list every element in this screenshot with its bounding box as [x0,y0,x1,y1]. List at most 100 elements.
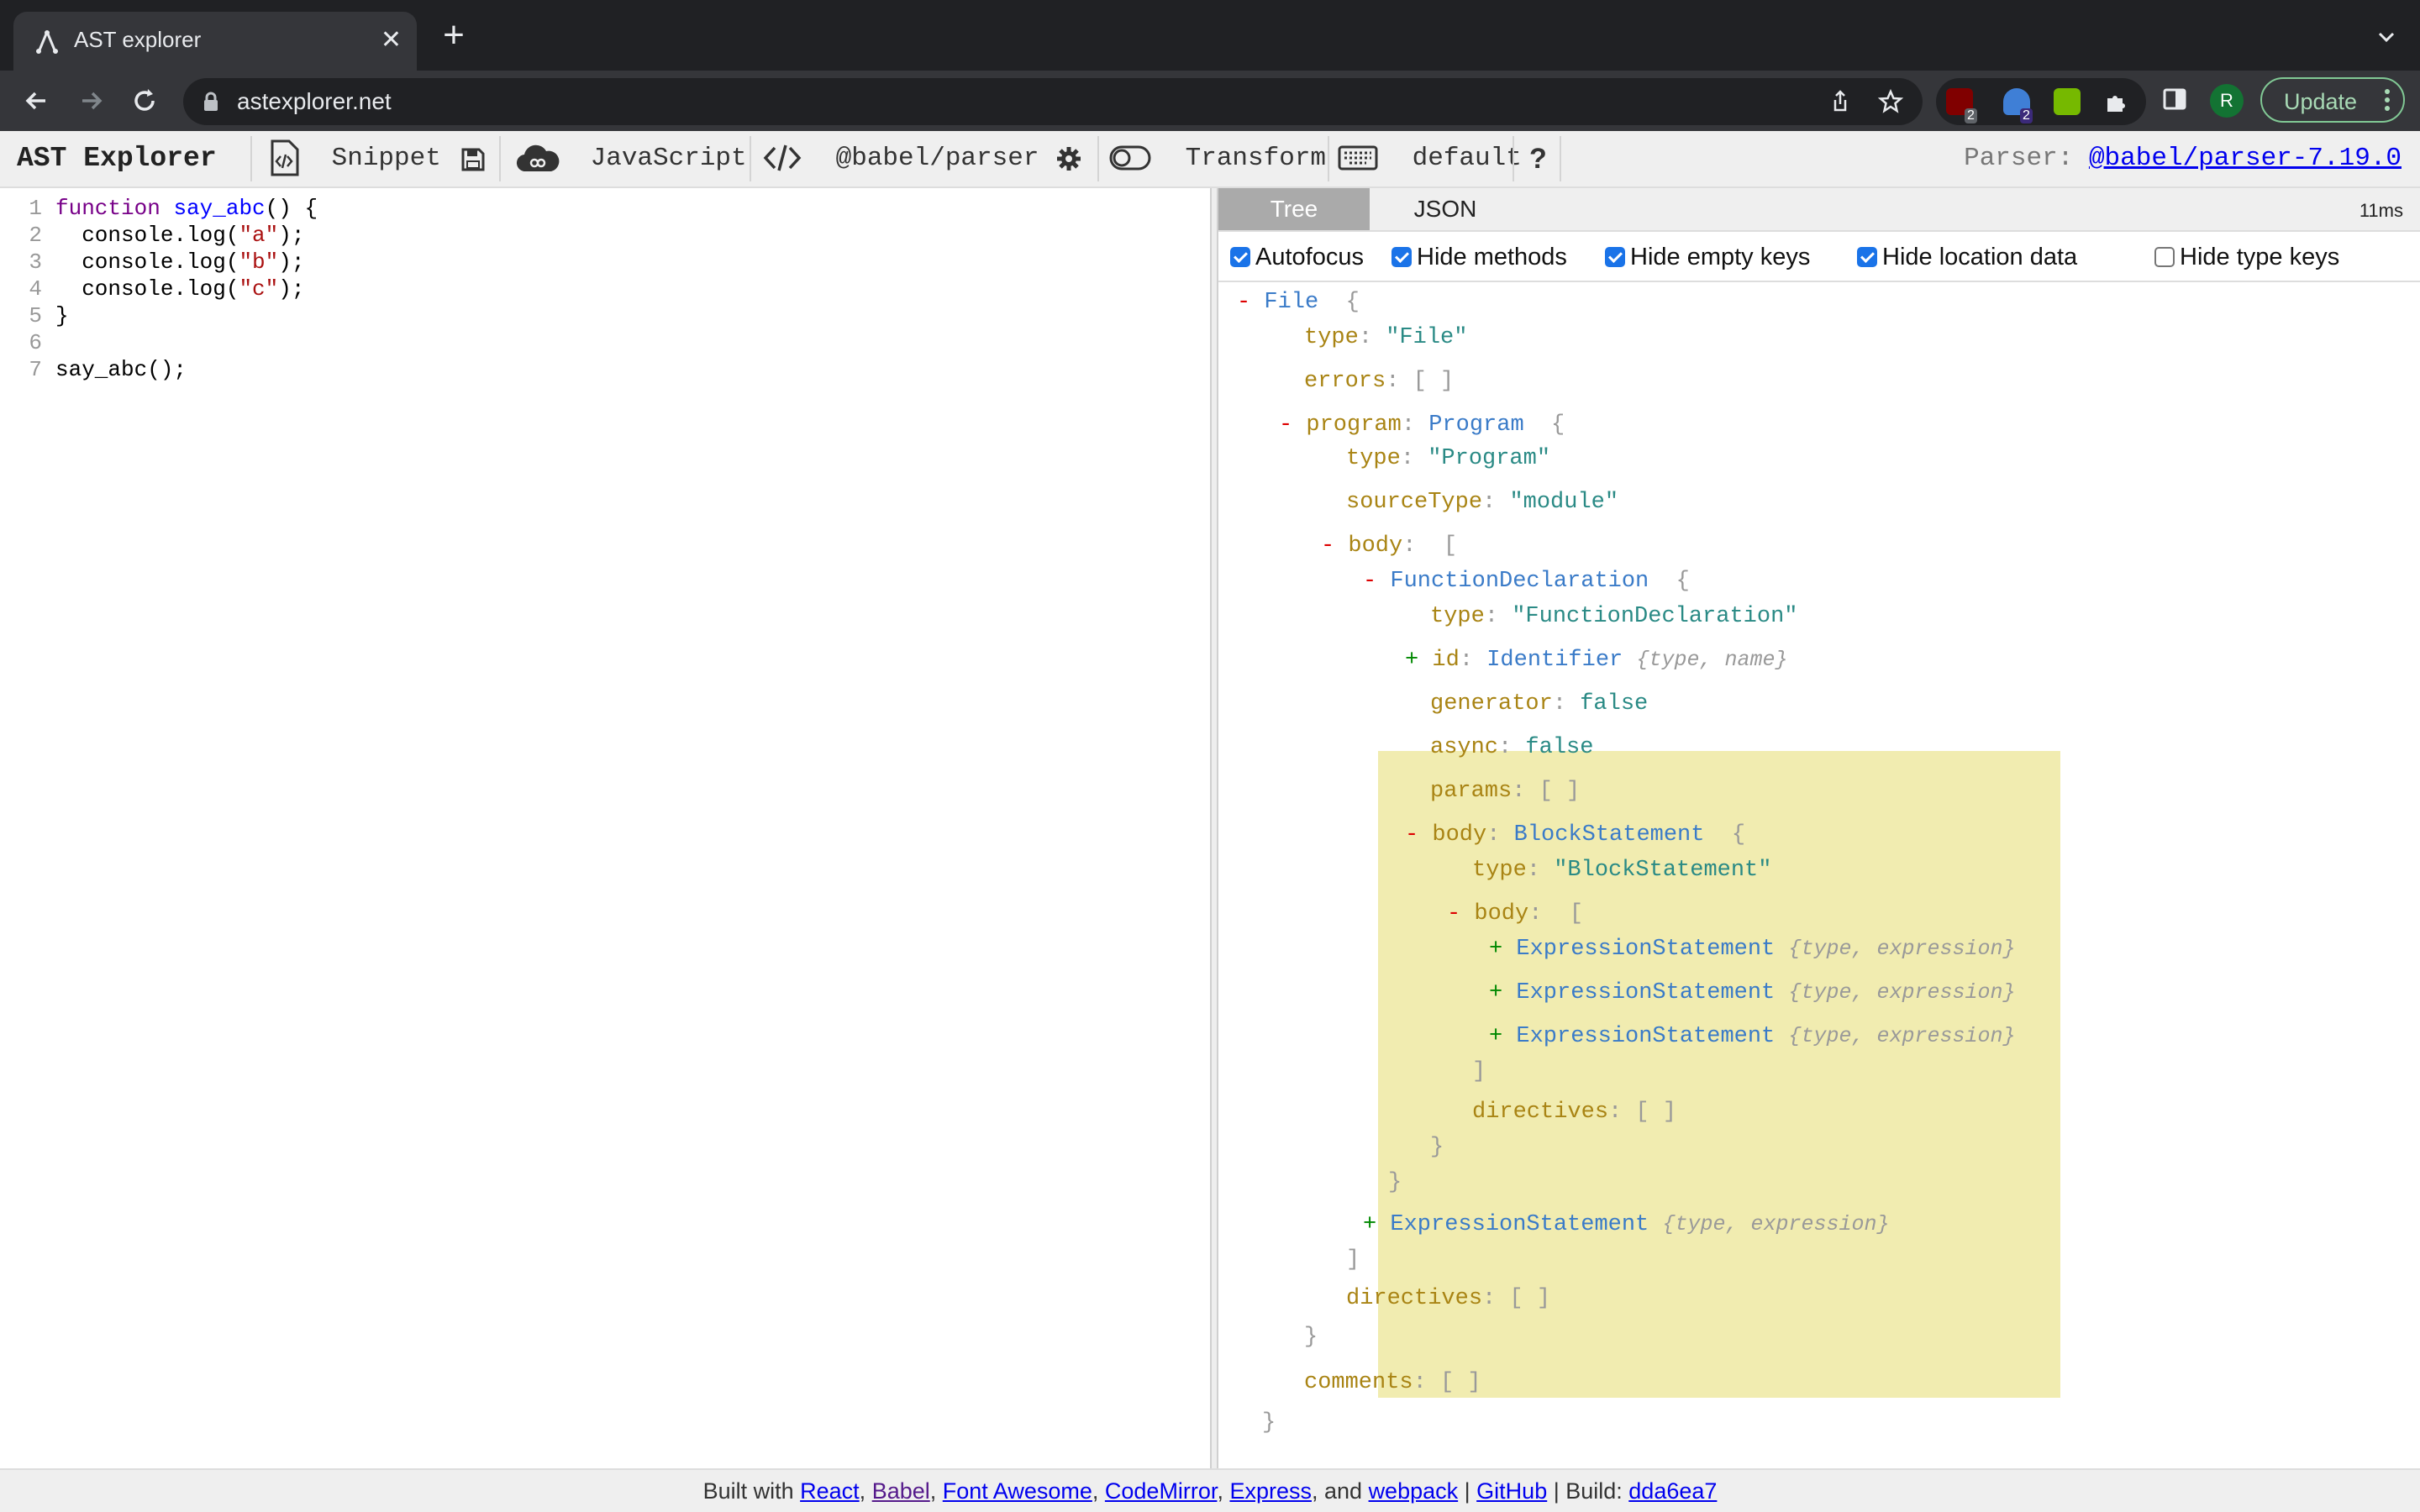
panel-resize-handle[interactable] [1210,188,1218,1468]
option-hide-methods[interactable]: Hide methods [1392,242,1567,272]
footer-link-fontawesome[interactable]: Font Awesome [943,1478,1092,1504]
checkbox[interactable] [1605,247,1625,267]
option-hide-empty-keys[interactable]: Hide empty keys [1605,242,1810,272]
tree-node[interactable]: async: false [1430,731,1593,764]
bookmark-star-icon[interactable] [1877,88,1904,115]
tree-node[interactable]: - FunctionDeclaration { [1363,564,1690,598]
nvidia-icon[interactable] [2054,88,2081,115]
footer-link-build[interactable]: dda6ea7 [1628,1478,1717,1504]
collapse-toggle-icon[interactable]: - [1237,290,1264,315]
tree-key: sourceType [1346,490,1483,515]
tree-typ: ExpressionStatement [1516,1024,1776,1049]
tree-node[interactable]: - body: [ [1447,897,1583,931]
tree-node[interactable]: sourceType: "module" [1346,486,1618,519]
expand-toggle-icon[interactable]: + [1489,937,1516,962]
tree-node[interactable]: type: "FunctionDeclaration" [1430,600,1797,633]
collapse-toggle-icon[interactable]: - [1363,569,1390,594]
tree-node[interactable]: type: "File" [1304,321,1467,354]
forward-arrow-icon[interactable] [74,84,108,118]
checkbox[interactable] [1392,247,1412,267]
expand-toggle-icon[interactable]: + [1363,1212,1390,1237]
footer-link-webpack[interactable]: webpack [1369,1478,1459,1504]
expand-toggle-icon[interactable]: + [1489,980,1516,1005]
tree-node[interactable]: generator: false [1430,687,1648,721]
tab-search-chevron-icon[interactable] [2370,20,2403,54]
tree-summary: {type, name} [1636,648,1788,672]
footer-and: , and [1312,1478,1369,1504]
tree-node[interactable]: } [1430,1131,1444,1164]
tree-node[interactable]: type: "BlockStatement" [1472,853,1771,887]
new-tab-icon[interactable]: + [437,17,471,54]
tree-node[interactable]: ] [1346,1243,1360,1277]
tree-node[interactable]: + ExpressionStatement {type, expression} [1489,1020,2016,1053]
tree-node[interactable]: + id: Identifier {type, name} [1405,643,1787,677]
tree-node[interactable]: - body: [ [1321,529,1457,563]
snippet-menu[interactable]: Snippet [267,131,441,186]
tree-node[interactable]: ] [1472,1055,1486,1089]
code-text: console.log("c"); [55,276,304,302]
browser-tab-active[interactable]: AST explorer ✕ [13,12,417,71]
tree-node[interactable]: comments: [ ] [1304,1366,1481,1399]
footer-link-react[interactable]: React [800,1478,860,1504]
footer-link-babel[interactable]: Babel [872,1478,930,1504]
parser-menu[interactable]: @babel/parser [763,131,1039,186]
collapse-toggle-icon[interactable]: - [1405,822,1432,848]
tab-tree[interactable]: Tree [1218,188,1370,230]
profile-avatar[interactable]: R [2210,84,2244,118]
tree-node[interactable]: } [1304,1320,1318,1354]
lock-icon[interactable] [202,92,220,112]
checkbox[interactable] [1857,247,1877,267]
tree-node[interactable]: directives: [ ] [1346,1282,1550,1315]
app-brand: AST Explorer [17,143,217,174]
parser-settings-gear-icon[interactable] [1055,145,1082,172]
language-menu[interactable]: JavaScript [516,131,747,186]
tree-node[interactable]: + ExpressionStatement {type, expression} [1489,932,2016,966]
tree-node[interactable]: errors: [ ] [1304,365,1454,398]
option-hide-location-data[interactable]: Hide location data [1857,242,2077,272]
tree-node[interactable]: } [1262,1406,1276,1440]
language-label: JavaScript [590,144,747,173]
extensions-puzzle-icon[interactable] [2102,88,2129,115]
footer-link-express[interactable]: Express [1229,1478,1312,1504]
kebab-menu-icon[interactable] [2383,87,2391,113]
tree-node[interactable]: - body: BlockStatement { [1405,818,1745,852]
tab-json[interactable]: JSON [1370,188,1521,230]
expand-toggle-icon[interactable]: + [1489,1024,1516,1049]
tab-close-icon[interactable]: ✕ [381,25,402,55]
back-arrow-icon[interactable] [20,84,54,118]
share-icon[interactable] [1827,88,1854,115]
collapse-toggle-icon[interactable]: - [1279,412,1306,438]
transform-toggle[interactable]: Transform [1109,131,1326,186]
footer-link-codemirror[interactable]: CodeMirror [1105,1478,1218,1504]
expand-toggle-icon[interactable]: + [1405,648,1432,673]
code-token: console.log( [55,276,239,302]
tree-key: id [1432,648,1460,673]
side-panel-icon[interactable] [2161,86,2188,113]
tree-node[interactable]: - File { [1237,286,1360,319]
parser-version-link[interactable]: @babel/parser-7.19.0 [2089,144,2402,173]
keymap-menu[interactable]: default [1338,131,1522,186]
extensions-area: 2 2 [1936,78,2146,125]
tree-node[interactable]: type: "Program" [1346,442,1550,475]
address-bar[interactable]: astexplorer.net [183,78,1923,125]
option-autofocus[interactable]: Autofocus [1230,242,1364,272]
code-editor[interactable]: 1 function say_abc() {2 console.log("a");… [0,188,1210,1468]
tree-node[interactable]: params: [ ] [1430,774,1580,808]
option-label: Autofocus [1255,244,1364,270]
help-icon[interactable]: ? [1529,131,1547,186]
tree-node[interactable]: } [1388,1166,1402,1200]
update-button[interactable]: Update [2260,77,2405,123]
checkbox[interactable] [2154,247,2175,267]
tree-punc: { [1523,412,1565,438]
collapse-toggle-icon[interactable]: - [1447,901,1474,927]
footer-link-github[interactable]: GitHub [1476,1478,1547,1504]
option-hide-type-keys[interactable]: Hide type keys [2154,242,2339,272]
tree-node[interactable]: + ExpressionStatement {type, expression} [1363,1208,1890,1242]
reload-icon[interactable] [128,84,161,118]
tree-node[interactable]: + ExpressionStatement {type, expression} [1489,976,2016,1010]
checkbox[interactable] [1230,247,1250,267]
save-icon[interactable] [460,147,486,172]
tree-node[interactable]: directives: [ ] [1472,1095,1676,1129]
tree-node[interactable]: - program: Program { [1279,408,1565,442]
collapse-toggle-icon[interactable]: - [1321,533,1348,559]
